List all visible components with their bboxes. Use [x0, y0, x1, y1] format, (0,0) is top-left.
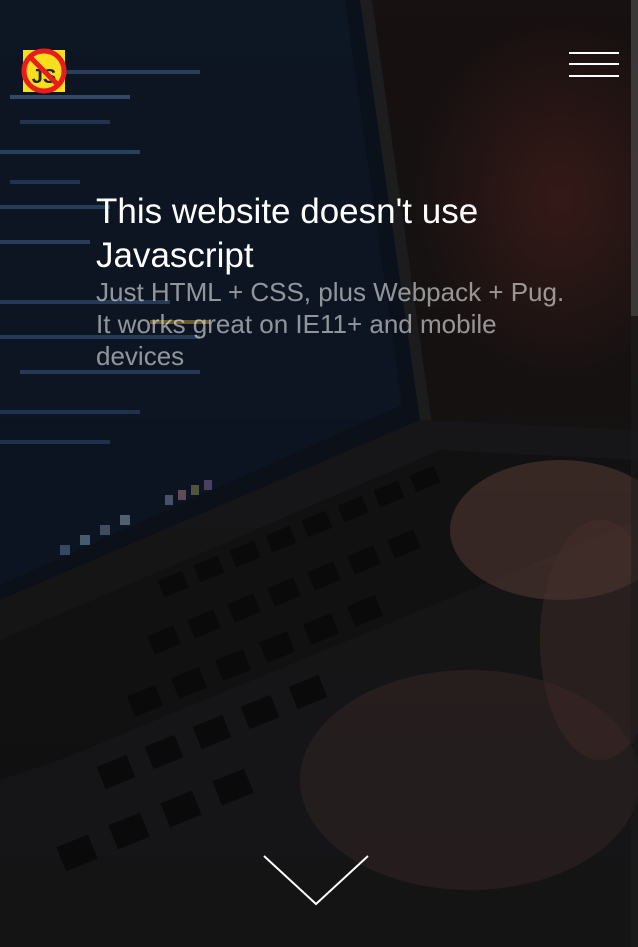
subtitle-line-1: Just HTML + CSS, plus Webpack + Pug.: [96, 277, 565, 307]
headline-strong: This website: [96, 192, 291, 231]
menu-line-top: [569, 52, 619, 54]
no-javascript-icon: JS: [21, 48, 67, 94]
hero-section: [0, 0, 638, 947]
no-javascript-logo[interactable]: JS: [18, 46, 70, 98]
menu-line-bottom: [569, 75, 619, 77]
scrollbar-thumb[interactable]: [631, 0, 638, 316]
chevron-down-icon: [263, 855, 369, 906]
hero-headline: This website doesn't use Javascript: [96, 190, 566, 278]
subtitle-line-2: It works great on IE11+ and mobile devic…: [96, 309, 497, 371]
scroll-down-button[interactable]: [262, 854, 370, 908]
menu-button[interactable]: [569, 50, 619, 80]
menu-line-middle: [569, 63, 619, 65]
scrollbar-track[interactable]: [631, 0, 638, 947]
dark-overlay: [0, 0, 638, 947]
hero-subtitle: Just HTML + CSS, plus Webpack + Pug. It …: [96, 276, 566, 372]
